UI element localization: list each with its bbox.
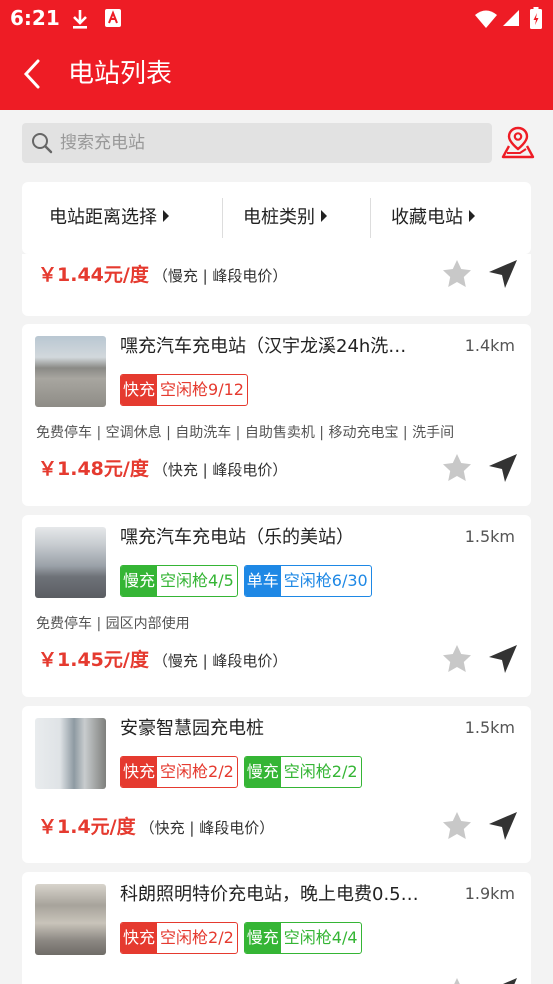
favorite-star-icon[interactable] [441, 452, 473, 484]
station-name: 安豪智慧园充电桩 [120, 718, 264, 739]
app-bar: 电站列表 [0, 38, 553, 110]
back-arrow-icon[interactable] [18, 58, 48, 90]
navigate-arrow-icon[interactable] [487, 976, 519, 984]
favorite-star-icon[interactable] [441, 810, 473, 842]
price-desc: （慢充 | 峰段电价） [152, 267, 288, 285]
station-distance: 1.5km [464, 527, 515, 546]
station-card[interactable]: 安豪智慧园充电桩 1.5km 快充 空闲枪2/2 慢充 空闲枪2/2 ￥1.4元/度（… [22, 706, 531, 863]
station-name: 嘿充汽车充电站（乐的美站） [120, 527, 354, 548]
station-distance: 1.9km [464, 884, 515, 903]
tag-type: 快充 [121, 757, 158, 787]
signal-icon [503, 10, 519, 26]
station-name: 科朗照明特价充电站，晚上电费0.5… [120, 884, 419, 905]
triangle-right-icon [469, 210, 475, 222]
download-icon [73, 10, 87, 29]
station-name: 嘿充汽车充电站（汉宇龙溪24h洗… [120, 336, 407, 357]
price-row: ￥1.48元/度 （快充 | 峰段电价） [38, 454, 287, 484]
charger-tag-bike: 单车 空闲枪6/30 [243, 565, 372, 597]
station-card[interactable]: 嘿充汽车充电站（汉宇龙溪24h洗… 1.4km 快充 空闲枪9/12 免费停车 |… [22, 324, 531, 506]
price-row: ￥1.45元/度 （慢充 | 峰段电价） [38, 645, 287, 675]
price: ￥1.44元/度 [38, 264, 149, 286]
station-distance: 1.4km [464, 336, 515, 355]
price-row: ￥1.44元/度 （慢充 | 峰段电价） [38, 260, 287, 290]
favorite-star-icon[interactable] [441, 976, 473, 984]
wifi-icon [475, 10, 497, 28]
filter-favorites[interactable]: 收藏电站 [391, 182, 475, 254]
filter-favorites-label: 收藏电站 [391, 207, 463, 228]
navigate-arrow-icon[interactable] [487, 258, 519, 290]
charger-tags: 快充 空闲枪9/12 [120, 374, 254, 406]
tag-type: 单车 [244, 566, 281, 596]
charger-tag-slow: 慢充 空闲枪2/2 [243, 756, 362, 788]
station-facilities: 免费停车 | 园区内部使用 [36, 616, 190, 632]
map-location-icon[interactable] [500, 125, 536, 161]
charger-tag-slow: 慢充 空闲枪4/5 [120, 565, 238, 597]
tag-type: 快充 [121, 923, 158, 953]
tag-availability: 空闲枪2/2 [283, 762, 358, 781]
favorite-star-icon[interactable] [441, 643, 473, 675]
triangle-right-icon [163, 210, 169, 222]
search-area [0, 110, 553, 176]
tag-type: 慢充 [121, 566, 158, 596]
charger-tags: 慢充 空闲枪4/5 单车 空闲枪6/30 [120, 565, 378, 597]
filter-pile-type[interactable]: 电桩类别 [243, 182, 327, 254]
tag-type: 慢充 [244, 757, 281, 787]
search-box[interactable] [22, 123, 492, 163]
page-title: 电站列表 [68, 59, 173, 89]
status-bar: 6:21 [0, 0, 553, 38]
charger-tag-fast: 快充 空闲枪2/2 [120, 756, 238, 788]
charger-tag-fast: 快充 空闲枪2/2 [120, 922, 238, 954]
station-facilities: 免费停车 | 空调休息 | 自助洗车 | 自助售卖机 | 移动充电宝 | 洗手间 [36, 425, 455, 441]
filter-bar: 电站距离选择 电桩类别 收藏电站 [22, 182, 531, 254]
charger-tag-slow: 慢充 空闲枪4/4 [243, 922, 362, 954]
battery-icon [530, 7, 542, 29]
station-photo [35, 527, 106, 598]
tag-type: 快充 [121, 375, 158, 405]
navigate-arrow-icon[interactable] [487, 810, 519, 842]
station-card[interactable]: 科朗照明特价充电站，晚上电费0.5… 1.9km 快充 空闲枪2/2 慢充 空闲枪4/… [22, 872, 531, 984]
triangle-right-icon [321, 210, 327, 222]
search-input[interactable] [60, 123, 480, 163]
station-card-partial[interactable]: ￥1.44元/度 （慢充 | 峰段电价） [22, 254, 531, 316]
filter-pile-type-label: 电桩类别 [243, 207, 315, 228]
price-desc: （快充 | 峰段电价） [139, 819, 275, 837]
price: ￥1.48元/度 [38, 458, 149, 480]
divider [370, 198, 371, 238]
charger-tags: 快充 空闲枪2/2 慢充 空闲枪4/4 [120, 922, 368, 954]
filter-distance[interactable]: 电站距离选择 [49, 182, 169, 254]
station-photo [35, 336, 106, 407]
price-row: ￥1.4元/度 （快充 | 峰段电价） [38, 812, 274, 842]
tag-availability: 空闲枪2/2 [160, 928, 234, 947]
station-card[interactable]: 嘿充汽车充电站（乐的美站） 1.5km 慢充 空闲枪4/5 单车 空闲枪6/30 免费… [22, 515, 531, 697]
price-desc: （快充 | 峰段电价） [152, 461, 288, 479]
navigate-arrow-icon[interactable] [487, 643, 519, 675]
station-photo [35, 718, 106, 789]
navigate-arrow-icon[interactable] [487, 452, 519, 484]
tag-type: 慢充 [244, 923, 281, 953]
price: ￥1.45元/度 [38, 649, 149, 671]
price-desc: （慢充 | 峰段电价） [152, 652, 288, 670]
search-icon [32, 133, 53, 154]
tag-availability: 空闲枪9/12 [160, 380, 244, 399]
station-photo [35, 884, 106, 955]
station-list[interactable]: ￥1.44元/度 （慢充 | 峰段电价） 嘿充汽车充电站（汉宇龙溪24h洗… 1.… [0, 254, 553, 984]
status-time: 6:21 [10, 6, 60, 30]
tag-availability: 空闲枪4/5 [160, 571, 234, 590]
charger-tag-fast: 快充 空闲枪9/12 [120, 374, 248, 406]
price: ￥1.4元/度 [38, 816, 136, 838]
tag-availability: 空闲枪2/2 [160, 762, 234, 781]
filter-distance-label: 电站距离选择 [49, 207, 157, 228]
tag-availability: 空闲枪6/30 [283, 571, 368, 590]
app-notification-icon [105, 9, 121, 27]
divider [222, 198, 223, 238]
charger-tags: 快充 空闲枪2/2 慢充 空闲枪2/2 [120, 756, 368, 788]
tag-availability: 空闲枪4/4 [283, 928, 358, 947]
favorite-star-icon[interactable] [441, 258, 473, 290]
station-distance: 1.5km [464, 718, 515, 737]
